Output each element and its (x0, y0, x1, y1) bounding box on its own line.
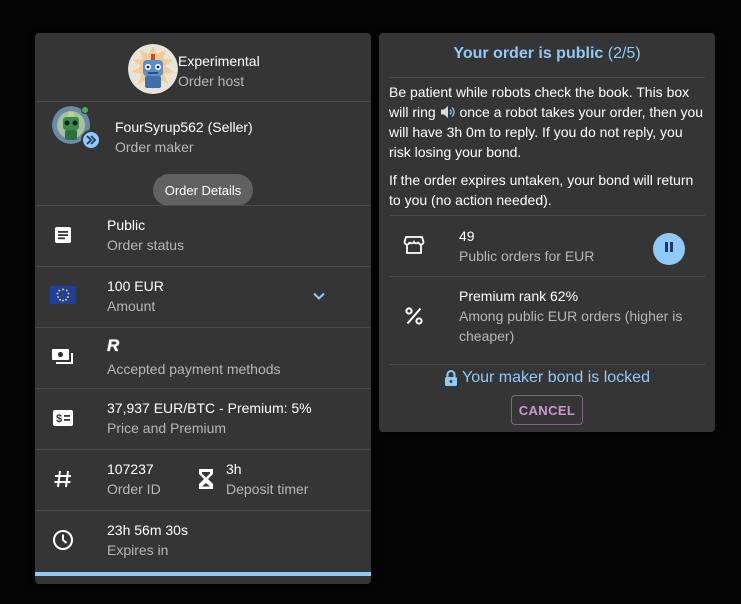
deposit-timer-value: 3h (226, 461, 242, 477)
payment-methods-label: Accepted payment methods (107, 361, 281, 377)
price-row: $ 37,937 EUR/BTC - Premium: 5% Price and… (35, 388, 371, 449)
maker-info: FourSyrup562 (Seller) Order maker (115, 117, 253, 157)
order-id-row: 107237 Order ID 3h Deposit timer (35, 449, 371, 510)
lock-icon (444, 369, 458, 387)
status-title: Your order is public (2/5) (379, 45, 715, 63)
order-id-label: Order ID (107, 481, 161, 497)
double-arrow-icon (81, 130, 101, 150)
host-avatar (128, 44, 178, 94)
price-value: 37,937 EUR/BTC - Premium: 5% (107, 400, 312, 416)
clock-icon (51, 528, 75, 552)
expires-label: Expires in (107, 542, 169, 558)
divider (389, 77, 705, 78)
storefront-icon (403, 234, 427, 258)
pause-button[interactable] (653, 233, 685, 265)
order-status-value: Public (107, 217, 146, 233)
order-details-card: Experimental Order host FourSyrup562 (Se… (35, 33, 371, 584)
percent-icon (403, 305, 427, 329)
maker-name: FourSyrup562 (Seller) (115, 119, 253, 135)
order-status-label: Order status (107, 237, 185, 253)
hash-icon (51, 467, 75, 491)
payment-method-logo: R (107, 336, 120, 355)
expires-value: 23h 56m 30s (107, 522, 188, 538)
expiry-progress-bar (35, 572, 371, 576)
bond-status: Your maker bond is locked (379, 369, 715, 387)
price-icon: $ (51, 406, 75, 430)
order-id-value: 107237 (107, 461, 154, 477)
article-icon (51, 223, 75, 247)
premium-rank-label: Among public EUR orders (higher is cheap… (459, 308, 683, 344)
eu-flag-icon (49, 283, 77, 307)
divider (389, 364, 705, 365)
price-label: Price and Premium (107, 420, 227, 436)
chevron-down-icon[interactable] (311, 288, 327, 304)
host-role: Order host (178, 73, 245, 89)
expiry-note: If the order expires untaken, your bond … (389, 172, 694, 208)
order-status-row: Public Order status (35, 205, 371, 266)
payments-icon (51, 345, 75, 369)
patience-text-part2: once a robot takes your order, then you … (389, 104, 704, 160)
bond-status-text: Your maker bond is locked (462, 369, 650, 386)
cancel-button[interactable]: CANCEL (511, 395, 583, 425)
premium-rank-row: Premium rank 62% Among public EUR orders… (379, 276, 715, 366)
amount-value: 100 EUR (107, 278, 164, 294)
premium-rank-value: Premium rank 62% (459, 288, 579, 304)
maker-role: Order maker (115, 139, 194, 155)
pause-icon (662, 240, 676, 259)
online-status-dot (81, 106, 89, 114)
public-orders-label: Public orders for EUR (459, 248, 595, 264)
status-step: (2/5) (607, 45, 641, 62)
amount-label: Amount (107, 298, 156, 314)
host-name: Experimental (178, 53, 260, 69)
payment-methods-row: R Accepted payment methods (35, 327, 371, 388)
host-info: Experimental Order host (178, 51, 260, 91)
expires-row: 23h 56m 30s Expires in (35, 510, 371, 571)
svg-text:$: $ (56, 413, 62, 425)
deposit-timer-label: Deposit timer (226, 481, 309, 497)
patience-text: Be patient while robots check the book. … (389, 82, 705, 162)
divider (35, 101, 371, 102)
hourglass-icon (198, 468, 216, 490)
order-details-chip: Order Details (153, 174, 253, 206)
order-public-card: Your order is public (2/5) Be patient wh… (379, 33, 715, 432)
speaker-icon (440, 104, 456, 118)
public-orders-count: 49 (459, 228, 475, 244)
amount-row[interactable]: 100 EUR Amount (35, 266, 371, 327)
status-title-text: Your order is public (453, 45, 604, 62)
